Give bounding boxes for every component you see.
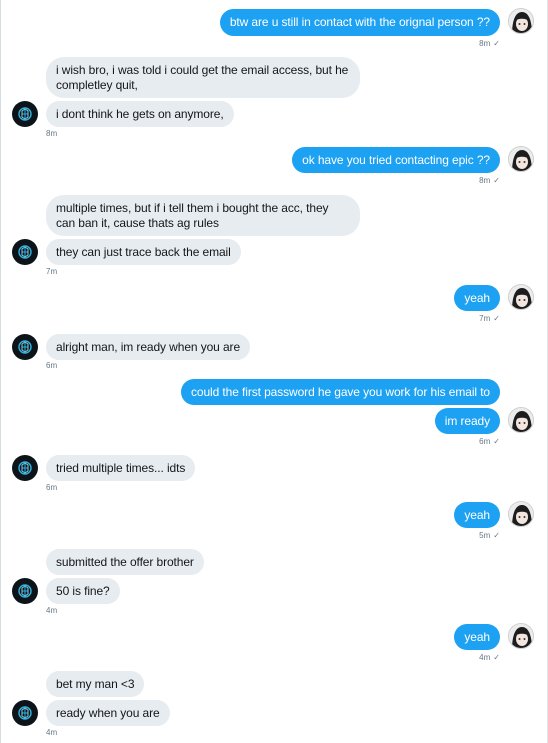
anime-character-avatar-icon (509, 624, 533, 648)
message-bubble-incoming[interactable]: they can just trace back the email (46, 239, 241, 265)
my-avatar[interactable] (508, 8, 534, 34)
my-avatar[interactable] (508, 146, 534, 172)
anime-character-avatar-icon (509, 147, 533, 171)
message-timestamp: 5m ✓ (479, 531, 500, 540)
message-timestamp: 7m (46, 267, 58, 276)
message-bubble-incoming[interactable]: i dont think he gets on anymore, (46, 101, 234, 127)
message-bubble-outgoing[interactable]: yeah (454, 502, 500, 528)
message-timestamp: 8m ✓ (479, 176, 500, 185)
message-bubble-outgoing[interactable]: ok have you tried contacting epic ?? (292, 147, 500, 173)
message-bubble-incoming[interactable]: submitted the offer brother (46, 549, 204, 575)
anime-character-avatar-icon (509, 285, 533, 309)
message-timestamp: 4m (46, 606, 58, 615)
blue-emblem-avatar-icon (18, 340, 32, 354)
message-bubble-incoming[interactable]: alright man, im ready when you are (46, 334, 251, 360)
message-timestamp: 4m ✓ (479, 653, 500, 662)
blue-emblem-avatar-icon (18, 461, 32, 475)
check-icon: ✓ (493, 653, 500, 662)
message-timestamp: 6m (46, 483, 58, 492)
message-bubble-incoming[interactable]: multiple times, but if i tell them i bou… (46, 195, 360, 236)
contact-avatar[interactable] (12, 239, 38, 265)
blue-emblem-avatar-icon (18, 245, 32, 259)
contact-avatar[interactable] (12, 101, 38, 127)
contact-avatar[interactable] (12, 700, 38, 726)
my-avatar[interactable] (508, 407, 534, 433)
blue-emblem-avatar-icon (18, 584, 32, 598)
left-divider (0, 0, 1, 743)
contact-avatar[interactable] (12, 334, 38, 360)
message-timestamp: 6m ✓ (479, 437, 500, 446)
anime-character-avatar-icon (509, 408, 533, 432)
my-avatar[interactable] (508, 501, 534, 527)
my-avatar[interactable] (508, 284, 534, 310)
message-timestamp: 8m (46, 129, 58, 138)
my-avatar[interactable] (508, 623, 534, 649)
anime-character-avatar-icon (509, 502, 533, 526)
message-bubble-outgoing[interactable]: yeah (454, 624, 500, 650)
check-icon: ✓ (493, 39, 500, 48)
check-icon: ✓ (493, 437, 500, 446)
message-timestamp: 7m ✓ (479, 314, 500, 323)
blue-emblem-avatar-icon (18, 107, 32, 121)
message-timestamp: 4m (46, 728, 58, 737)
message-timestamp: 6m (46, 361, 58, 370)
check-icon: ✓ (493, 531, 500, 540)
contact-avatar[interactable] (12, 455, 38, 481)
anime-character-avatar-icon (509, 9, 533, 33)
message-bubble-incoming[interactable]: ready when you are (46, 700, 170, 726)
message-bubble-incoming[interactable]: bet my man <3 (46, 671, 145, 697)
check-icon: ✓ (493, 314, 500, 323)
message-timestamp: 8m ✓ (479, 39, 500, 48)
conversation-thread[interactable]: btw are u still in contact with the orig… (0, 0, 548, 743)
blue-emblem-avatar-icon (18, 706, 32, 720)
message-bubble-outgoing[interactable]: yeah (454, 285, 500, 311)
message-bubble-outgoing[interactable]: im ready (434, 408, 500, 434)
message-bubble-outgoing[interactable]: btw are u still in contact with the orig… (219, 9, 500, 36)
check-icon: ✓ (493, 176, 500, 185)
message-bubble-outgoing[interactable]: could the first password he gave you wor… (180, 379, 500, 405)
contact-avatar[interactable] (12, 578, 38, 604)
message-bubble-incoming[interactable]: 50 is fine? (46, 578, 120, 604)
message-bubble-incoming[interactable]: tried multiple times... idts (46, 455, 196, 481)
message-bubble-incoming[interactable]: i wish bro, i was told i could get the e… (46, 57, 360, 98)
